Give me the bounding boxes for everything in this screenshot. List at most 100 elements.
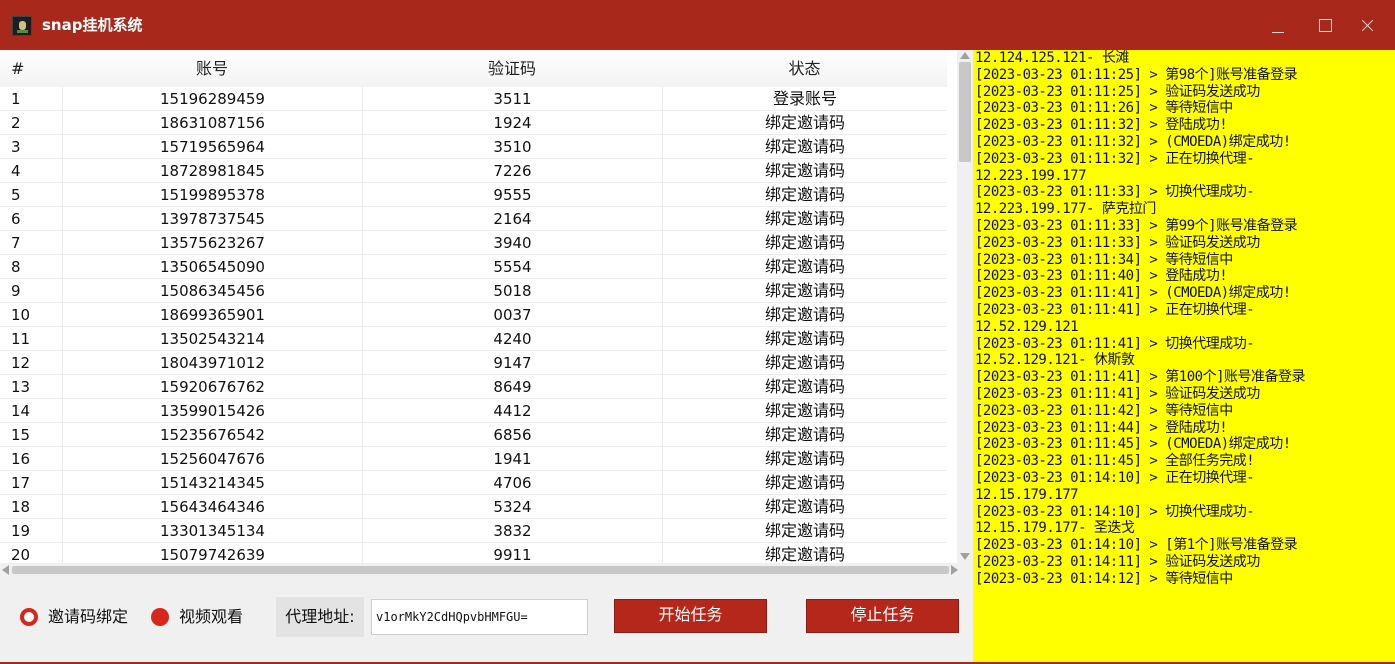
log-line: [2023-03-23 01:11:41] > 切换代理成功- [975, 335, 1255, 352]
radio-video-watch[interactable]: 视频观看 [151, 607, 261, 627]
row-code: 1941 [362, 447, 662, 471]
log-line: 12.223.199.177 [975, 167, 1087, 184]
column-header-account[interactable]: 账号 [62, 59, 362, 79]
row-status: 绑定邀请码 [662, 399, 947, 423]
row-account: 13978737545 [62, 207, 362, 231]
log-line: [2023-03-23 01:11:42] > 等待短信中 [975, 402, 1233, 419]
row-account: 15079742639 [62, 543, 362, 563]
log-line: [2023-03-23 01:14:12] > 等待短信中 [975, 570, 1233, 587]
scroll-up-icon[interactable] [960, 52, 970, 59]
row-code: 1924 [362, 111, 662, 135]
row-index: 5 [11, 186, 21, 204]
table-row[interactable]: 5 15199895378 9555 绑定邀请码 [0, 183, 947, 207]
start-task-button[interactable]: 开始任务 [614, 599, 767, 633]
scroll-right-icon[interactable] [951, 565, 958, 575]
row-index: 19 [11, 522, 31, 540]
row-index: 20 [11, 546, 31, 563]
row-index: 3 [11, 138, 21, 156]
close-icon[interactable] [1352, 10, 1382, 40]
scroll-left-icon[interactable] [2, 565, 9, 575]
log-line: [2023-03-23 01:11:25] > 验证码发送成功 [975, 83, 1260, 100]
table-row[interactable]: 3 15719565964 3510 绑定邀请码 [0, 135, 947, 159]
table-row[interactable]: 13 15920676762 8649 绑定邀请码 [0, 375, 947, 399]
row-status: 绑定邀请码 [662, 519, 947, 543]
column-header-code[interactable]: 验证码 [362, 59, 662, 79]
row-code: 5554 [362, 255, 662, 279]
row-status: 绑定邀请码 [662, 471, 947, 495]
row-status: 绑定邀请码 [662, 495, 947, 519]
log-line: [2023-03-23 01:11:34] > 等待短信中 [975, 251, 1233, 268]
row-code: 5324 [362, 495, 662, 519]
row-account: 15196289459 [62, 87, 362, 111]
log-line: [2023-03-23 01:14:11] > 验证码发送成功 [975, 553, 1260, 570]
row-index: 8 [11, 258, 21, 276]
table-row[interactable]: 12 18043971012 9147 绑定邀请码 [0, 351, 947, 375]
row-index: 4 [11, 162, 21, 180]
table-row[interactable]: 8 13506545090 5554 绑定邀请码 [0, 255, 947, 279]
table-header: # 账号 验证码 状态 [0, 50, 947, 87]
table-row[interactable]: 10 18699365901 0037 绑定邀请码 [0, 303, 947, 327]
table-body: 1 15196289459 3511 登录账号 2 18631087156 1924 绑定邀请… [0, 87, 947, 563]
table-vertical-scrollbar[interactable] [957, 50, 973, 563]
log-line: [2023-03-23 01:11:32] > (CMOEDA)绑定成功! [975, 133, 1291, 150]
table-row[interactable]: 6 13978737545 2164 绑定邀请码 [0, 207, 947, 231]
row-status: 绑定邀请码 [662, 327, 947, 351]
log-panel[interactable]: 12.124.125.121- 长滩 [2023-03-23 01:11:25] … [973, 50, 1395, 662]
row-account: 13301345134 [62, 519, 362, 543]
row-code: 3832 [362, 519, 662, 543]
table-row[interactable]: 2 18631087156 1924 绑定邀请码 [0, 111, 947, 135]
row-status: 绑定邀请码 [662, 207, 947, 231]
log-line: 12.15.179.177- 圣迭戈 [975, 520, 1135, 537]
log-line: 12.52.129.121- 休斯敦 [975, 352, 1135, 369]
horizontal-scrollbar-thumb[interactable] [12, 566, 949, 574]
maximize-icon[interactable] [1310, 10, 1340, 40]
scrollbar-thumb[interactable] [959, 62, 971, 162]
scroll-down-icon[interactable] [960, 553, 970, 560]
radio-invite-code-bind[interactable]: 邀请码绑定 [20, 607, 150, 627]
row-index: 10 [11, 306, 31, 324]
table-row[interactable]: 20 15079742639 9911 绑定邀请码 [0, 543, 947, 563]
column-header-status[interactable]: 状态 [662, 59, 947, 79]
row-status: 绑定邀请码 [662, 543, 947, 563]
row-status: 绑定邀请码 [662, 279, 947, 303]
row-status: 登录账号 [662, 87, 947, 111]
row-account: 15719565964 [62, 135, 362, 159]
log-line: [2023-03-23 01:11:32] > 正在切换代理- [975, 150, 1255, 167]
table-row[interactable]: 1 15196289459 3511 登录账号 [0, 87, 947, 111]
row-account: 18631087156 [62, 111, 362, 135]
log-line: [2023-03-23 01:11:45] > (CMOEDA)绑定成功! [975, 436, 1291, 453]
row-status: 绑定邀请码 [662, 447, 947, 471]
table-row[interactable]: 14 13599015426 4412 绑定邀请码 [0, 399, 947, 423]
row-code: 8649 [362, 375, 662, 399]
stop-task-button[interactable]: 停止任务 [806, 599, 959, 633]
table-row[interactable]: 11 13502543214 4240 绑定邀请码 [0, 327, 947, 351]
row-account: 15235676542 [62, 423, 362, 447]
table-row[interactable]: 19 13301345134 3832 绑定邀请码 [0, 519, 947, 543]
log-line: [2023-03-23 01:11:41] > (CMOEDA)绑定成功! [975, 285, 1291, 302]
table-row[interactable]: 15 15235676542 6856 绑定邀请码 [0, 423, 947, 447]
radio-video-label: 视频观看 [179, 607, 244, 626]
table-row[interactable]: 7 13575623267 3940 绑定邀请码 [0, 231, 947, 255]
table-row[interactable]: 17 15143214345 4706 绑定邀请码 [0, 471, 947, 495]
proxy-address-label: 代理地址: [276, 597, 364, 637]
row-code: 9911 [362, 543, 662, 563]
row-index: 9 [11, 282, 21, 300]
row-account: 18728981845 [62, 159, 362, 183]
title-bar[interactable]: snap挂机系统 [0, 0, 1395, 50]
table-row[interactable]: 18 15643464346 5324 绑定邀请码 [0, 495, 947, 519]
column-header-index[interactable]: # [11, 59, 24, 79]
row-code: 5018 [362, 279, 662, 303]
log-line: [2023-03-23 01:14:10] > 切换代理成功- [975, 503, 1255, 520]
table-horizontal-scrollbar[interactable] [0, 563, 973, 577]
row-code: 3511 [362, 87, 662, 111]
row-index: 11 [11, 330, 31, 348]
table-row[interactable]: 16 15256047676 1941 绑定邀请码 [0, 447, 947, 471]
proxy-address-input[interactable] [371, 599, 588, 635]
table-row[interactable]: 9 15086345456 5018 绑定邀请码 [0, 279, 947, 303]
log-line: 12.52.129.121 [975, 318, 1079, 335]
minimize-icon[interactable] [1263, 10, 1293, 40]
log-line: [2023-03-23 01:11:41] > 第100个]账号准备登录 [975, 369, 1306, 386]
row-account: 13506545090 [62, 255, 362, 279]
table-row[interactable]: 4 18728981845 7226 绑定邀请码 [0, 159, 947, 183]
row-status: 绑定邀请码 [662, 351, 947, 375]
